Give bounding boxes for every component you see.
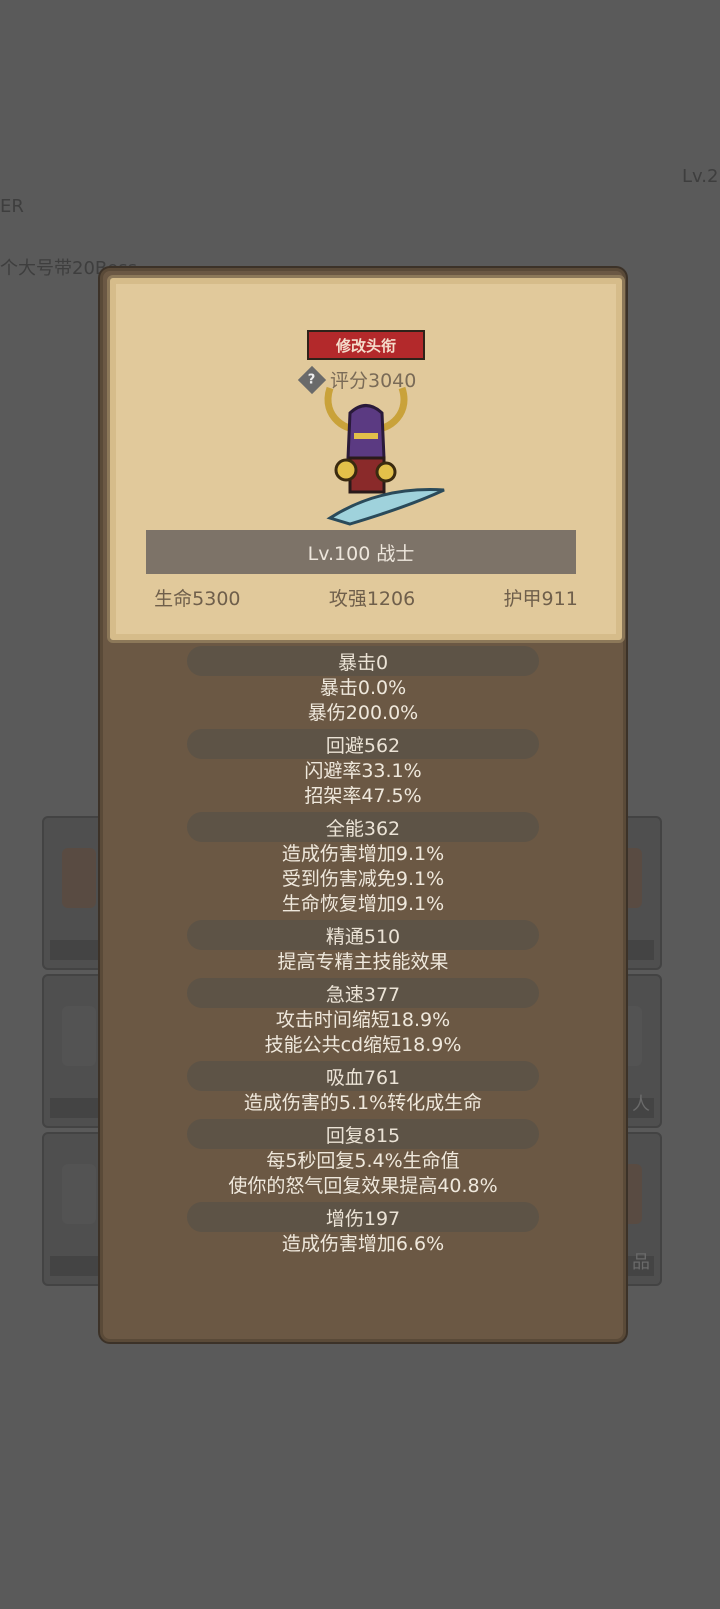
character-detail-dialog: 修改头衔 ? 评分3040 Lv.100 战士 生命5300 攻强1206 护甲… <box>100 268 626 1342</box>
leech-group: 吸血761 造成伤害的5.1%转化成生命 <box>103 1058 623 1116</box>
stat-header: 急速377 <box>187 978 539 1008</box>
stat-line: 每5秒回复5.4%生命值 <box>266 1150 460 1172</box>
attribute-list: 暴击0 暴击0.0% 暴伤200.0% 回避562 闪避率33.1% 招架率47… <box>103 643 623 1257</box>
stat-line: 造成伤害的5.1%转化成生命 <box>243 1092 483 1114</box>
background-slot-label: 人 <box>632 1094 650 1115</box>
stat-line: 招架率47.5% <box>304 785 422 807</box>
stat-header: 精通510 <box>187 920 539 950</box>
stat-header: 回复815 <box>187 1119 539 1149</box>
background-name-fragment: ER <box>0 196 24 217</box>
stat-line: 暴伤200.0% <box>307 702 419 724</box>
regen-group: 回复815 每5秒回复5.4%生命值 使你的怒气回复效果提高40.8% <box>103 1116 623 1199</box>
armor-stat: 护甲911 <box>503 588 578 610</box>
damage-increase-group: 增伤197 造成伤害增加6.6% <box>103 1199 623 1257</box>
character-card: 修改头衔 ? 评分3040 Lv.100 战士 生命5300 攻强1206 护甲… <box>107 275 625 643</box>
level-class-bar: Lv.100 战士 <box>146 530 576 574</box>
basic-stats-row: 生命5300 攻强1206 护甲911 <box>110 584 622 611</box>
hp-stat: 生命5300 <box>154 588 241 610</box>
stat-line: 生命恢复增加9.1% <box>281 893 445 915</box>
versatility-group: 全能362 造成伤害增加9.1% 受到伤害减免9.1% 生命恢复增加9.1% <box>103 809 623 917</box>
stat-header: 增伤197 <box>187 1202 539 1232</box>
stat-line: 攻击时间缩短18.9% <box>275 1009 451 1031</box>
stat-line: 提高专精主技能效果 <box>277 951 449 973</box>
stat-header: 暴击0 <box>187 646 539 676</box>
stat-header: 回避562 <box>187 729 539 759</box>
edit-title-button[interactable]: 修改头衔 <box>307 330 425 360</box>
stat-line: 暴击0.0% <box>319 677 407 699</box>
stat-line: 闪避率33.1% <box>304 760 422 782</box>
background-slot-label: 品 <box>632 1252 650 1273</box>
haste-group: 急速377 攻击时间缩短18.9% 技能公共cd缩短18.9% <box>103 975 623 1058</box>
stat-header: 吸血761 <box>187 1061 539 1091</box>
avoidance-group: 回避562 闪避率33.1% 招架率47.5% <box>103 726 623 809</box>
stat-line: 造成伤害增加9.1% <box>281 843 445 865</box>
stat-line: 使你的怒气回复效果提高40.8% <box>228 1175 498 1197</box>
crit-group: 暴击0 暴击0.0% 暴伤200.0% <box>103 643 623 726</box>
stat-line: 受到伤害减免9.1% <box>281 868 445 890</box>
stat-line: 造成伤害增加6.6% <box>281 1233 445 1255</box>
attack-power-stat: 攻强1206 <box>328 588 416 610</box>
stat-line: 技能公共cd缩短18.9% <box>264 1034 462 1056</box>
mastery-group: 精通510 提高专精主技能效果 <box>103 917 623 975</box>
stat-header: 全能362 <box>187 812 539 842</box>
warrior-character-icon <box>324 386 445 526</box>
background-level-label: Lv.2 <box>682 166 719 187</box>
